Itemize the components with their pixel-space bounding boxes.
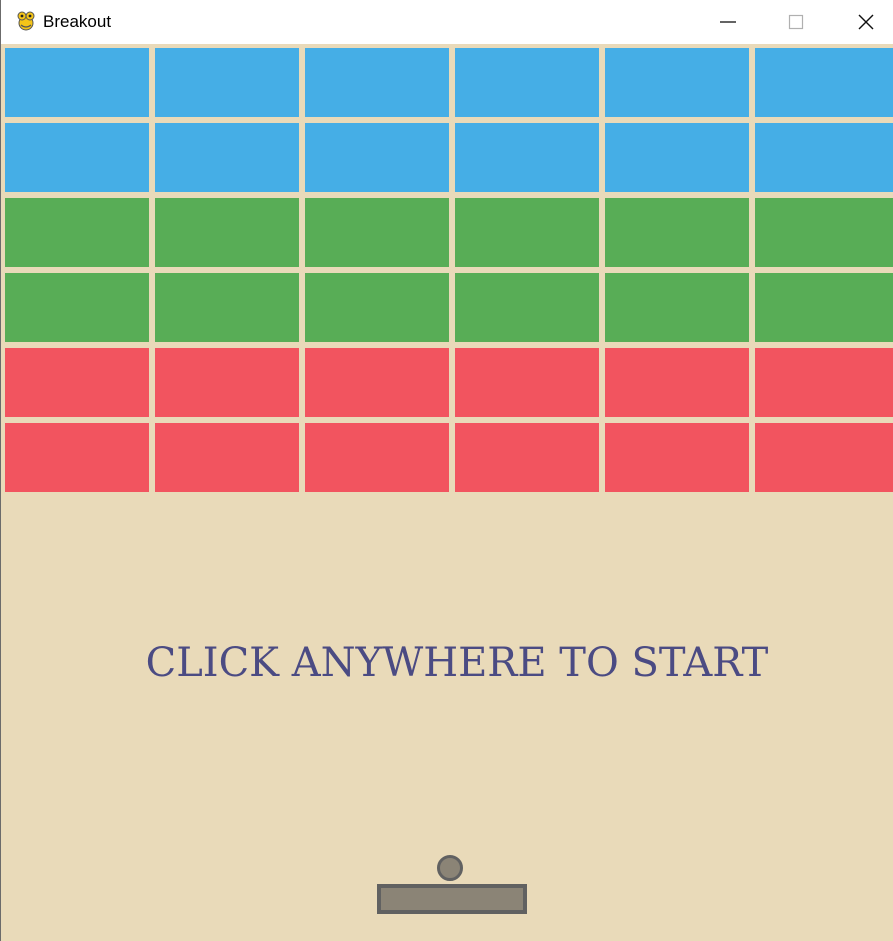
- brick-blue: [5, 123, 149, 192]
- brick-red: [605, 348, 749, 417]
- window-title: Breakout: [43, 12, 112, 31]
- brick-blue: [305, 48, 449, 117]
- brick-red: [5, 348, 149, 417]
- brick-red: [455, 348, 599, 417]
- brick-green: [305, 198, 449, 267]
- brick-red: [155, 348, 299, 417]
- brick-green: [755, 273, 893, 342]
- brick-red: [755, 348, 893, 417]
- maximize-icon: [788, 14, 804, 30]
- minimize-icon: [720, 21, 736, 23]
- brick-green: [605, 273, 749, 342]
- brick-red: [605, 423, 749, 492]
- game-board[interactable]: [1, 44, 893, 941]
- brick-green: [5, 273, 149, 342]
- brick-green: [455, 198, 599, 267]
- brick-red: [755, 423, 893, 492]
- paddle[interactable]: [377, 884, 527, 914]
- brick-red: [155, 423, 299, 492]
- title-bar[interactable]: Breakout: [1, 0, 893, 44]
- brick-red: [455, 423, 599, 492]
- brick-blue: [455, 123, 599, 192]
- brick-green: [755, 198, 893, 267]
- maximize-button[interactable]: [763, 0, 829, 44]
- close-button[interactable]: [833, 0, 893, 44]
- ball: [437, 855, 463, 881]
- brick-blue: [755, 48, 893, 117]
- brick-red: [305, 348, 449, 417]
- brick-green: [605, 198, 749, 267]
- brick-blue: [155, 123, 299, 192]
- minimize-button[interactable]: [695, 0, 761, 44]
- brick-green: [305, 273, 449, 342]
- close-icon: [858, 14, 874, 30]
- brick-red: [5, 423, 149, 492]
- game-window: Breakout CLICK ANYWHERE TO START: [0, 0, 893, 941]
- brick-blue: [455, 48, 599, 117]
- brick-green: [5, 198, 149, 267]
- brick-blue: [605, 48, 749, 117]
- start-message: CLICK ANYWHERE TO START: [145, 640, 769, 686]
- brick-green: [155, 198, 299, 267]
- pygame-snake-icon: [17, 11, 35, 31]
- brick-blue: [305, 123, 449, 192]
- brick-red: [305, 423, 449, 492]
- brick-blue: [155, 48, 299, 117]
- brick-blue: [605, 123, 749, 192]
- brick-green: [455, 273, 599, 342]
- brick-blue: [5, 48, 149, 117]
- brick-blue: [755, 123, 893, 192]
- brick-green: [155, 273, 299, 342]
